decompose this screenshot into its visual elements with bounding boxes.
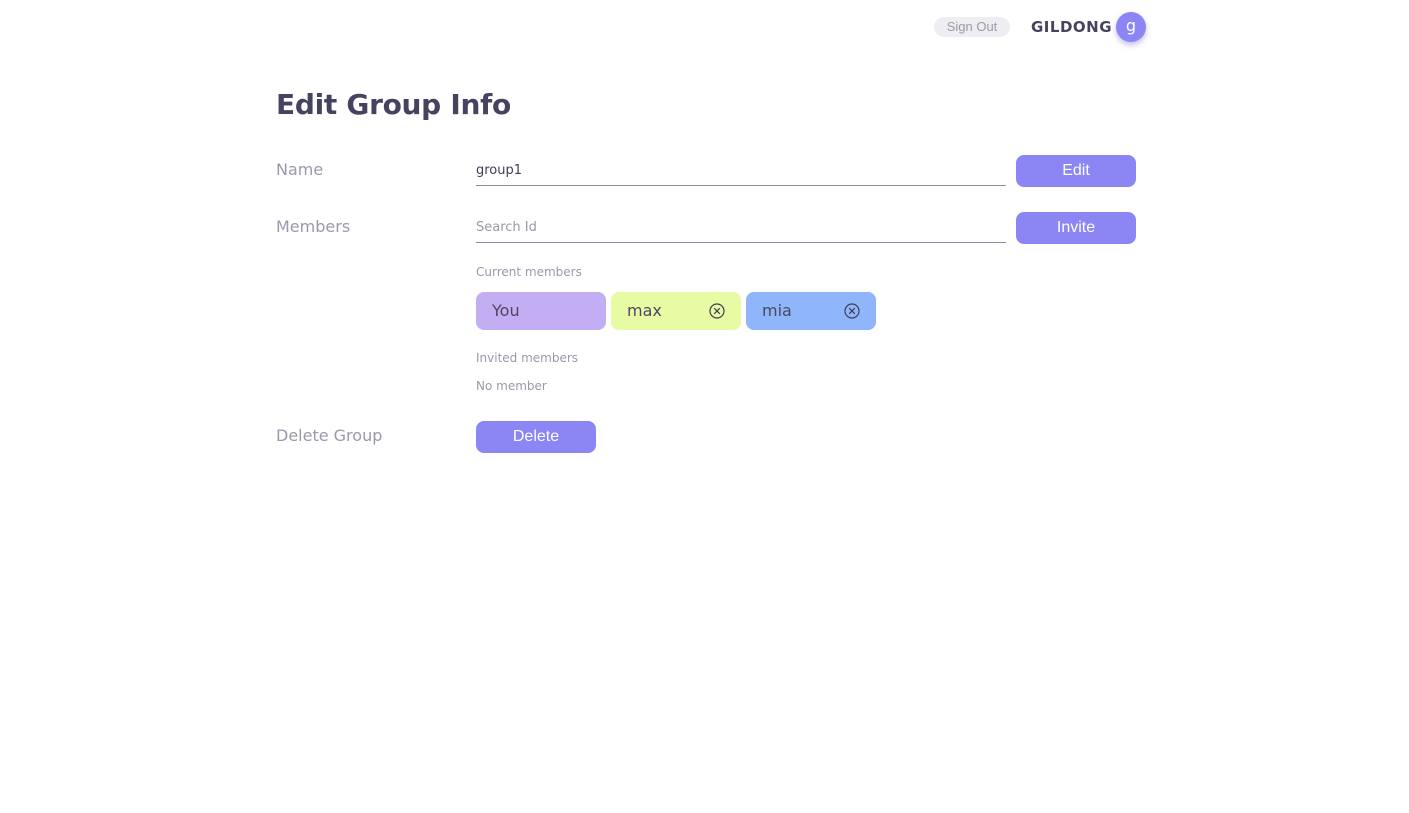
search-field-wrapper (476, 213, 1006, 243)
top-bar: Sign Out GILDONG g (0, 12, 1409, 42)
invite-button[interactable]: Invite (1016, 212, 1136, 244)
member-chip-label: You (492, 301, 520, 320)
members-label: Members (276, 217, 351, 236)
search-id-input[interactable] (476, 213, 1006, 241)
group-name-input[interactable] (476, 156, 1006, 184)
name-field-wrapper (476, 156, 1006, 186)
sign-out-button[interactable]: Sign Out (934, 17, 1010, 37)
page-title: Edit Group Info (276, 88, 511, 121)
name-label: Name (276, 160, 324, 179)
remove-circle-x-icon[interactable] (709, 303, 725, 319)
member-chip-label: mia (762, 301, 792, 320)
invited-members-empty: No member (476, 379, 547, 393)
username: GILDONG (1031, 18, 1113, 36)
member-chip-you: You (476, 292, 606, 330)
member-chip-label: max (627, 301, 662, 320)
remove-circle-x-icon[interactable] (844, 303, 860, 319)
member-chip-max: max (611, 292, 741, 330)
invited-members-label: Invited members (476, 351, 579, 365)
edit-button[interactable]: Edit (1016, 155, 1136, 187)
current-members-list: You max mia (476, 292, 876, 330)
avatar[interactable]: g (1116, 12, 1146, 42)
current-members-label: Current members (476, 265, 582, 279)
member-chip-mia: mia (746, 292, 876, 330)
delete-button[interactable]: Delete (476, 421, 596, 453)
delete-group-label: Delete Group (276, 426, 383, 445)
